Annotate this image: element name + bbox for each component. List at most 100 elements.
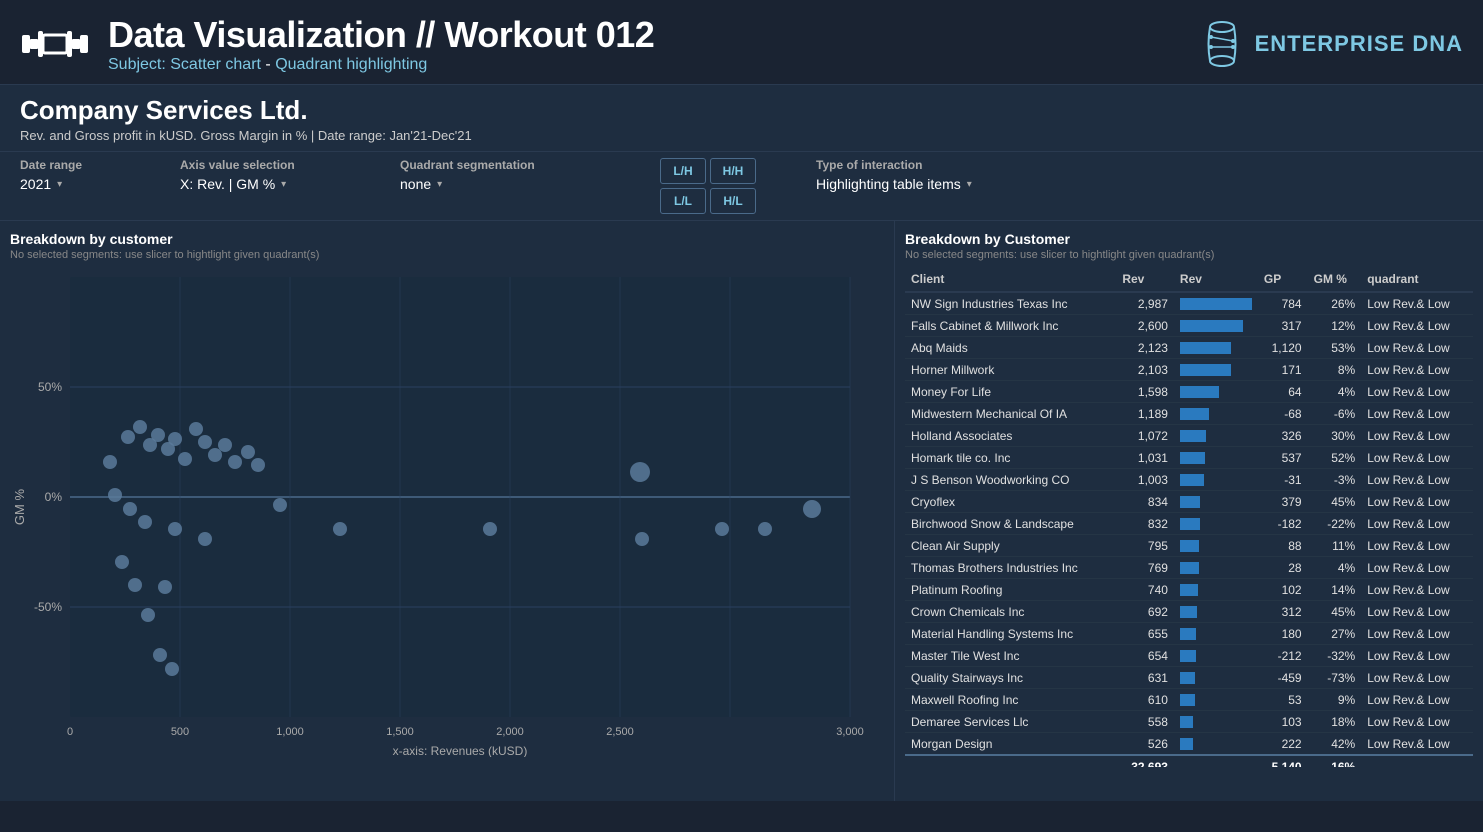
table-row[interactable]: Midwestern Mechanical Of IA 1,189 -68 -6… bbox=[905, 403, 1473, 425]
gm-cell: 18% bbox=[1308, 711, 1362, 733]
table-row[interactable]: Holland Associates 1,072 326 30% Low Rev… bbox=[905, 425, 1473, 447]
rev-cell: 769 bbox=[1116, 557, 1174, 579]
rev-cell: 655 bbox=[1116, 623, 1174, 645]
client-cell: Clean Air Supply bbox=[905, 535, 1116, 557]
subtitle: Subject: Scatter chart - Quadrant highli… bbox=[108, 56, 654, 74]
logo-icon bbox=[20, 14, 90, 74]
header-title: Data Visualization // Workout 012 Subjec… bbox=[108, 14, 654, 74]
gp-cell: -182 bbox=[1258, 513, 1308, 535]
quadrant-cell: Low Rev.& Low bbox=[1361, 469, 1473, 491]
table-row[interactable]: Morgan Design 526 222 42% Low Rev.& Low bbox=[905, 733, 1473, 756]
rev-bar-cell bbox=[1174, 711, 1258, 733]
rev-cell: 1,031 bbox=[1116, 447, 1174, 469]
svg-text:500: 500 bbox=[171, 726, 189, 738]
table-row[interactable]: Falls Cabinet & Millwork Inc 2,600 317 1… bbox=[905, 315, 1473, 337]
table-row[interactable]: Money For Life 1,598 64 4% Low Rev.& Low bbox=[905, 381, 1473, 403]
gp-cell: 379 bbox=[1258, 491, 1308, 513]
quadrant-cell: Low Rev.& Low bbox=[1361, 447, 1473, 469]
interaction-select[interactable]: Highlighting table items ▾ bbox=[816, 176, 1463, 192]
quadrant-row-bottom: L/L H/L bbox=[660, 188, 756, 214]
table-row[interactable]: NW Sign Industries Texas Inc 2,987 784 2… bbox=[905, 292, 1473, 315]
rev-cell: 740 bbox=[1116, 579, 1174, 601]
gm-cell: -32% bbox=[1308, 645, 1362, 667]
col-rev: Rev bbox=[1116, 267, 1174, 292]
controls-bar: Date range 2021 ▾ Axis value selection X… bbox=[0, 152, 1483, 221]
rev-bar-cell bbox=[1174, 557, 1258, 579]
table-row[interactable]: Abq Maids 2,123 1,120 53% Low Rev.& Low bbox=[905, 337, 1473, 359]
enterprise-dna-logo: ENTERPRISE DNA bbox=[1197, 19, 1463, 69]
gp-cell: 222 bbox=[1258, 733, 1308, 756]
table-row[interactable]: Birchwood Snow & Landscape 832 -182 -22%… bbox=[905, 513, 1473, 535]
rev-bar-cell bbox=[1174, 491, 1258, 513]
table-container[interactable]: Client Rev Rev GP GM % quadrant NW Sign … bbox=[905, 267, 1473, 767]
client-cell: Birchwood Snow & Landscape bbox=[905, 513, 1116, 535]
subtitle-prefix: Subject: Scatter chart bbox=[108, 56, 261, 73]
table-subtitle: No selected segments: use slicer to high… bbox=[905, 249, 1473, 261]
date-range-select[interactable]: 2021 ▾ bbox=[20, 176, 140, 192]
rev-bar-cell bbox=[1174, 469, 1258, 491]
table-row[interactable]: Thomas Brothers Industries Inc 769 28 4%… bbox=[905, 557, 1473, 579]
table-row[interactable]: Master Tile West Inc 654 -212 -32% Low R… bbox=[905, 645, 1473, 667]
gp-cell: 171 bbox=[1258, 359, 1308, 381]
table-row[interactable]: Cryoflex 834 379 45% Low Rev.& Low bbox=[905, 491, 1473, 513]
quadrant-select[interactable]: none ▾ bbox=[400, 176, 600, 192]
header-left: Data Visualization // Workout 012 Subjec… bbox=[20, 14, 654, 74]
rev-cell: 2,103 bbox=[1116, 359, 1174, 381]
client-cell: Homark tile co. Inc bbox=[905, 447, 1116, 469]
table-row[interactable]: Homark tile co. Inc 1,031 537 52% Low Re… bbox=[905, 447, 1473, 469]
rev-bar-cell bbox=[1174, 535, 1258, 557]
rev-cell: 558 bbox=[1116, 711, 1174, 733]
quadrant-cell: Low Rev.& Low bbox=[1361, 381, 1473, 403]
client-cell: Midwestern Mechanical Of IA bbox=[905, 403, 1116, 425]
hl-button[interactable]: H/L bbox=[710, 188, 756, 214]
table-row[interactable]: Platinum Roofing 740 102 14% Low Rev.& L… bbox=[905, 579, 1473, 601]
gp-cell: 103 bbox=[1258, 711, 1308, 733]
gm-cell: 26% bbox=[1308, 292, 1362, 315]
svg-text:1,500: 1,500 bbox=[386, 726, 414, 738]
rev-bar-cell bbox=[1174, 447, 1258, 469]
table-row[interactable]: Horner Millwork 2,103 171 8% Low Rev.& L… bbox=[905, 359, 1473, 381]
company-subtitle: Rev. and Gross profit in kUSD. Gross Mar… bbox=[20, 128, 1463, 143]
rev-bar-cell bbox=[1174, 733, 1258, 756]
quadrant-cell: Low Rev.& Low bbox=[1361, 513, 1473, 535]
scatter-subtitle: No selected segments: use slicer to high… bbox=[10, 249, 884, 261]
rev-bar-cell bbox=[1174, 689, 1258, 711]
gp-cell: 317 bbox=[1258, 315, 1308, 337]
svg-text:0%: 0% bbox=[45, 490, 63, 504]
col-quadrant: quadrant bbox=[1361, 267, 1473, 292]
table-row[interactable]: Material Handling Systems Inc 655 180 27… bbox=[905, 623, 1473, 645]
quadrant-cell: Low Rev.& Low bbox=[1361, 315, 1473, 337]
table-row[interactable]: Clean Air Supply 795 88 11% Low Rev.& Lo… bbox=[905, 535, 1473, 557]
gp-cell: 88 bbox=[1258, 535, 1308, 557]
axis-label: Axis value selection bbox=[180, 158, 360, 172]
rev-cell: 526 bbox=[1116, 733, 1174, 756]
svg-text:0: 0 bbox=[67, 726, 73, 738]
scatter-plot[interactable]: 50% 0% -50% GM % 0 500 1,000 1,500 2,000… bbox=[10, 267, 870, 757]
svg-text:2,500: 2,500 bbox=[606, 726, 634, 738]
table-row[interactable]: Quality Stairways Inc 631 -459 -73% Low … bbox=[905, 667, 1473, 689]
total-bar bbox=[1174, 755, 1258, 767]
total-quadrant bbox=[1361, 755, 1473, 767]
col-client: Client bbox=[905, 267, 1116, 292]
svg-text:3,000: 3,000 bbox=[836, 726, 864, 738]
table-row[interactable]: J S Benson Woodworking CO 1,003 -31 -3% … bbox=[905, 469, 1473, 491]
quadrant-label: Quadrant segmentation bbox=[400, 158, 600, 172]
main-title: Data Visualization // Workout 012 bbox=[108, 14, 654, 56]
quadrant-cell: Low Rev.& Low bbox=[1361, 667, 1473, 689]
quadrant-cell: Low Rev.& Low bbox=[1361, 733, 1473, 756]
right-panel: Breakdown by Customer No selected segmen… bbox=[895, 221, 1483, 801]
gm-cell: -3% bbox=[1308, 469, 1362, 491]
svg-text:x-axis: Revenues (kUSD): x-axis: Revenues (kUSD) bbox=[393, 744, 528, 757]
lh-button[interactable]: L/H bbox=[660, 158, 706, 184]
interaction-chevron: ▾ bbox=[967, 179, 972, 190]
client-cell: Morgan Design bbox=[905, 733, 1116, 756]
hh-button[interactable]: H/H bbox=[710, 158, 756, 184]
table-row[interactable]: Maxwell Roofing Inc 610 53 9% Low Rev.& … bbox=[905, 689, 1473, 711]
ll-button[interactable]: L/L bbox=[660, 188, 706, 214]
gm-cell: 27% bbox=[1308, 623, 1362, 645]
total-gm: 16% bbox=[1308, 755, 1362, 767]
table-row[interactable]: Crown Chemicals Inc 692 312 45% Low Rev.… bbox=[905, 601, 1473, 623]
table-row[interactable]: Demaree Services Llc 558 103 18% Low Rev… bbox=[905, 711, 1473, 733]
rev-cell: 2,123 bbox=[1116, 337, 1174, 359]
axis-select[interactable]: X: Rev. | GM % ▾ bbox=[180, 176, 360, 192]
